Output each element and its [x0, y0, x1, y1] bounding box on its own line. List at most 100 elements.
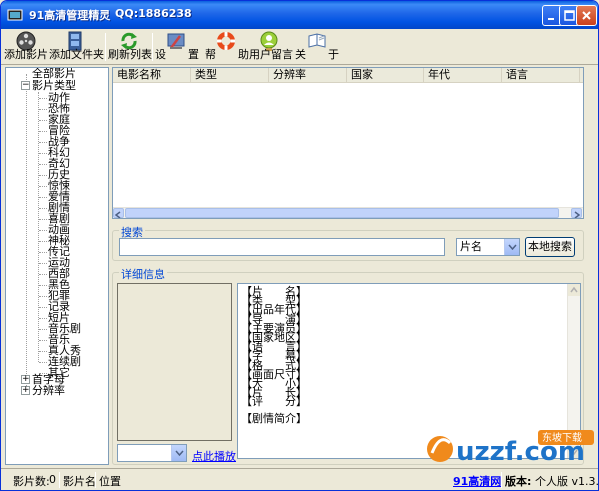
version-value: 个人版 v1.3.1: [535, 475, 599, 488]
close-button[interactable]: [576, 5, 597, 26]
user-message-button[interactable]: 用户留言: [249, 29, 293, 65]
detail-field-label: 【评 分】: [241, 395, 307, 409]
movie-name-label: 影片名: [63, 475, 96, 488]
scroll-right-button[interactable]: [571, 208, 582, 218]
status-bar: 影片数: 0 影片名 位置 91高清网 版本: 个人版 v1.3.1: [1, 468, 599, 490]
tree-line: [39, 219, 47, 220]
tree-line: [39, 329, 47, 330]
tree-line: [39, 208, 47, 209]
column-header-subtitle[interactable]: 字: [580, 68, 583, 83]
tree-line: [26, 74, 27, 388]
about-button[interactable]: 关 于: [295, 29, 339, 65]
tree-expand-toggle[interactable]: +: [21, 375, 30, 384]
toolbar-separator: [152, 33, 153, 61]
list-header: 电影名称 类型 分辨率 国家 年代 语言 字: [113, 68, 583, 83]
tree-line: [39, 274, 47, 275]
title-bar[interactable]: 91高清管理精灵 QQ:1886238: [1, 1, 598, 29]
app-logo-icon: [7, 9, 23, 21]
search-field-value: 片名: [460, 240, 482, 253]
tree-line: [39, 340, 47, 341]
column-header-resolution[interactable]: 分辨率: [269, 68, 347, 83]
column-header-title[interactable]: 电影名称: [113, 68, 191, 83]
tree-line: [39, 153, 47, 154]
arrow-left-icon: [114, 211, 121, 218]
add-movie-label: 添加影片: [4, 48, 48, 61]
tree-line: [39, 318, 47, 319]
movie-list[interactable]: 电影名称 类型 分辨率 国家 年代 语言 字: [112, 67, 584, 219]
add-movie-button[interactable]: 添加影片: [4, 29, 48, 65]
synopsis-label: 【剧情简介】: [241, 412, 307, 425]
tree-line: [38, 92, 39, 362]
refresh-list-button[interactable]: 刷新列表: [108, 29, 152, 65]
tree-line: [39, 175, 47, 176]
tree-line: [39, 351, 47, 352]
tree-line: [39, 109, 47, 110]
tree-collapse-toggle[interactable]: −: [21, 81, 30, 90]
column-header-language[interactable]: 语言: [502, 68, 580, 83]
column-header-year[interactable]: 年代: [424, 68, 502, 83]
movie-count-label: 影片数:: [13, 475, 50, 488]
add-folder-label: 添加文件夹: [49, 48, 104, 61]
status-separator: [501, 472, 502, 488]
uzzf-watermark-logo: uzzf.com 东坡下载: [427, 430, 594, 467]
detail-group-title: 详细信息: [119, 266, 167, 282]
tree-line: [39, 164, 47, 165]
settings-button[interactable]: 设 置: [155, 29, 199, 65]
play-link[interactable]: 点此播放: [192, 448, 236, 464]
tree-line: [39, 241, 47, 242]
poster-frame: [117, 283, 232, 441]
tree-line: [39, 252, 47, 253]
scroll-thumb[interactable]: [125, 208, 559, 218]
site-link[interactable]: 91高清网: [453, 473, 501, 489]
search-input[interactable]: [119, 238, 445, 256]
category-tree[interactable]: 全部影片 − 影片类型 动作 恐怖 家庭 冒险 战争 科幻 奇幻 历史 惊悚 爱情 剧情 喜剧 动画 神秘…: [5, 67, 109, 465]
tree-line: [39, 197, 47, 198]
tree-line: [39, 362, 47, 363]
scroll-up-button[interactable]: [568, 284, 580, 296]
movie-count-value: 0: [49, 473, 56, 486]
scroll-left-button[interactable]: [113, 208, 124, 218]
refresh-list-label: 刷新列表: [108, 48, 152, 61]
tree-line: [39, 230, 47, 231]
tree-line: [39, 120, 47, 121]
column-header-country[interactable]: 国家: [347, 68, 424, 83]
help-label: 帮 助: [205, 48, 249, 61]
tree-line: [39, 263, 47, 264]
arrow-right-icon: [574, 211, 581, 218]
close-icon: [582, 11, 591, 20]
tree-line: [39, 98, 47, 99]
about-label: 关 于: [295, 48, 339, 61]
tree-line: [39, 307, 47, 308]
maximize-icon: [564, 10, 575, 21]
tree-expand-toggle[interactable]: +: [21, 386, 30, 395]
status-separator: [59, 472, 60, 488]
tree-line: [39, 186, 47, 187]
settings-label: 设 置: [155, 48, 199, 61]
toolbar: 添加影片 添加文件夹 刷新列表 设 置 帮 助 用户留言 关 于: [1, 29, 598, 65]
user-message-label: 用户留言: [249, 48, 293, 61]
add-folder-button[interactable]: 添加文件夹: [49, 29, 104, 65]
toolbar-separator: [105, 33, 106, 61]
arrow-up-icon: [570, 286, 578, 293]
search-field-select[interactable]: 片名: [456, 238, 520, 256]
dropdown-button[interactable]: [504, 239, 519, 255]
tree-line: [39, 285, 47, 286]
tree-item-resolution-group[interactable]: 分辨率: [32, 385, 65, 397]
help-button[interactable]: 帮 助: [205, 29, 249, 65]
minimize-icon: [548, 18, 554, 20]
version-label: 版本:: [505, 475, 532, 488]
horizontal-scrollbar[interactable]: [113, 207, 583, 218]
chevron-down-icon: [507, 244, 517, 250]
local-search-button[interactable]: 本地搜索: [525, 237, 575, 257]
app-window: 91高清管理精灵 QQ:1886238 添加影片 添加文件夹 刷新列表 设 置 …: [0, 0, 599, 491]
window-title: 91高清管理精灵: [29, 9, 111, 22]
tree-line: [39, 142, 47, 143]
play-source-select[interactable]: [117, 444, 187, 462]
watermark-badge: 东坡下载: [542, 431, 582, 444]
column-header-genre[interactable]: 类型: [191, 68, 269, 83]
dropdown-button[interactable]: [171, 445, 186, 461]
window-qq: QQ:1886238: [115, 7, 192, 20]
status-separator: [95, 472, 96, 488]
tree-line: [39, 131, 47, 132]
tree-line: [39, 296, 47, 297]
